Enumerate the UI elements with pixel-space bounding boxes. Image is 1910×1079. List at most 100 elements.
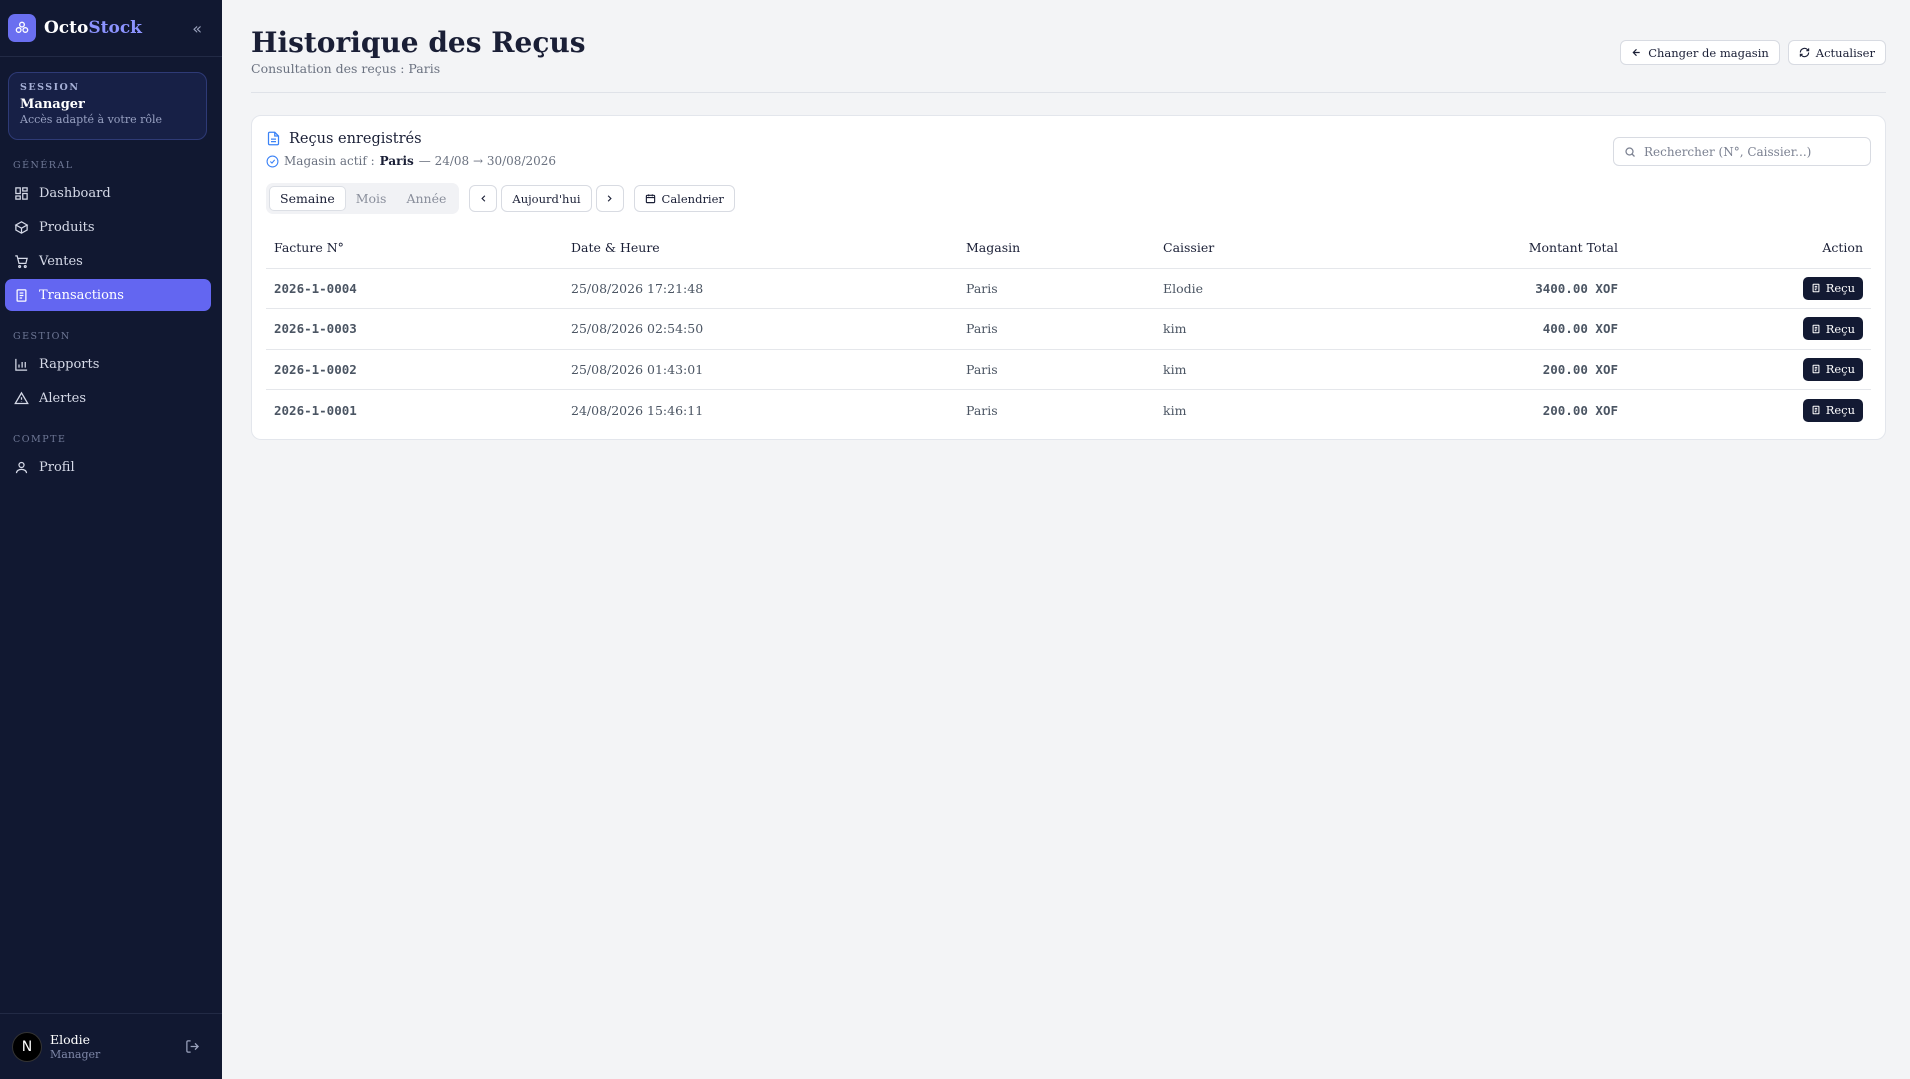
receipt-amount: 3400.00 XOF: [1460, 268, 1626, 309]
receipt-datetime: 25/08/2026 17:21:48: [563, 268, 958, 309]
view-receipt-button[interactable]: Reçu: [1802, 276, 1863, 300]
sidebar-item-ventes[interactable]: Ventes: [5, 245, 211, 277]
change-store-label: Changer de magasin: [1648, 45, 1769, 60]
invoice-number: 2026-1-0004: [266, 268, 563, 309]
sidebar-item-profil[interactable]: Profil: [5, 451, 211, 483]
header-actions: Changer de magasin Actualiser: [1620, 40, 1886, 65]
change-store-button[interactable]: Changer de magasin: [1620, 40, 1780, 65]
card-title-row: Reçus enregistrés: [266, 130, 422, 147]
column-header-amount[interactable]: Montant Total: [1460, 228, 1626, 269]
sidebar-item-transactions[interactable]: Transactions: [5, 279, 211, 311]
column-header-cashier[interactable]: Caissier: [1155, 228, 1460, 269]
view-receipt-label: Reçu: [1825, 362, 1855, 377]
period-selector: Semaine Mois Année: [266, 183, 460, 214]
previous-period-button[interactable]: [469, 185, 498, 212]
receipt-datetime: 24/08/2026 15:46:11: [571, 402, 704, 418]
arrow-left-icon: [1632, 48, 1640, 57]
document-icon: [267, 131, 280, 146]
sidebar-item-label: Profil: [39, 459, 75, 475]
column-header-action: Action: [1626, 228, 1871, 269]
chevron-right-icon: [607, 195, 612, 202]
receipt-action-cell: Reçu: [1626, 349, 1871, 390]
invoice-number: 2026-1-0002: [266, 349, 563, 390]
receipt-store: Paris: [958, 349, 1155, 390]
sidebar-item-alertes[interactable]: Alertes: [5, 382, 211, 414]
date-range: — 24/08 → 30/08/2026: [418, 154, 557, 168]
brand-name-part2: Stock: [88, 18, 142, 38]
nav-section-general: GÉNÉRAL: [13, 160, 74, 171]
calendar-button[interactable]: Calendrier: [633, 185, 735, 212]
nav-section-gestion: GESTION: [13, 331, 71, 342]
cart-icon: [15, 254, 28, 268]
today-button[interactable]: Aujourd'hui: [501, 185, 592, 212]
period-tab-annee[interactable]: Année: [396, 186, 456, 211]
table-row[interactable]: 2026-1-0001 24/08/2026 15:46:11 Paris ki…: [266, 390, 1871, 431]
sidebar-item-rapports[interactable]: Rapports: [5, 348, 211, 380]
calendar-icon: [645, 194, 655, 204]
user-role: Manager: [50, 1048, 101, 1061]
view-receipt-button[interactable]: Reçu: [1802, 357, 1863, 381]
bar-chart-icon: [15, 358, 28, 371]
receipt-small-icon: [1812, 283, 1820, 293]
invoice-number: 2026-1-0001: [274, 402, 357, 418]
refresh-icon: [1799, 47, 1809, 58]
receipt-action-cell: Reçu: [1626, 308, 1871, 350]
card-title: Reçus enregistrés: [289, 130, 422, 147]
receipt-action-cell: Reçu: [1626, 390, 1871, 431]
page-header: Historique des Reçus Consultation des re…: [251, 26, 1886, 93]
column-header-datetime[interactable]: Date & Heure: [563, 228, 958, 269]
session-card: SESSION Manager Accès adapté à votre rôl…: [8, 72, 207, 140]
sidebar-item-label: Transactions: [39, 287, 124, 303]
next-period-button[interactable]: [595, 185, 624, 212]
receipts-table: Facture N° Date & Heure Magasin Caissier…: [266, 228, 1871, 430]
table-row[interactable]: 2026-1-0004 25/08/2026 17:21:48 Paris El…: [266, 268, 1871, 309]
table-header-row: Facture N° Date & Heure Magasin Caissier…: [266, 228, 1871, 269]
sidebar-item-label: Ventes: [39, 253, 83, 269]
receipt-amount: 400.00 XOF: [1460, 308, 1626, 350]
receipt-small-icon: [1812, 364, 1820, 374]
receipt-small-icon: [1812, 405, 1820, 415]
dashboard-icon: [15, 186, 28, 200]
receipt-action-cell: Reçu: [1626, 268, 1871, 309]
column-header-invoice[interactable]: Facture N°: [266, 228, 563, 269]
receipt-cashier: Elodie: [1155, 268, 1460, 309]
column-header-store[interactable]: Magasin: [958, 228, 1155, 269]
chevron-left-icon: [481, 195, 486, 202]
alert-triangle-icon: [14, 391, 29, 404]
sidebar-item-dashboard[interactable]: Dashboard: [5, 177, 211, 209]
user-icon: [15, 461, 28, 473]
receipt-datetime: 25/08/2026 02:54:50: [563, 308, 958, 350]
avatar[interactable]: N: [12, 1031, 42, 1062]
sidebar-user-footer: N Elodie Manager: [0, 1013, 222, 1079]
sidebar-item-label: Alertes: [39, 390, 87, 406]
collapse-sidebar-icon[interactable]: «: [192, 19, 202, 38]
period-tab-semaine[interactable]: Semaine: [269, 186, 346, 211]
brand-name: OctoStock: [44, 18, 142, 38]
period-tab-mois[interactable]: Mois: [346, 186, 397, 211]
refresh-button[interactable]: Actualiser: [1787, 40, 1886, 65]
receipt-small-icon: [1812, 324, 1820, 334]
sidebar-item-produits[interactable]: Produits: [5, 211, 211, 243]
check-circle-icon: [266, 155, 279, 167]
view-receipt-button[interactable]: Reçu: [1802, 317, 1863, 341]
receipt-store: Paris: [966, 402, 998, 418]
view-receipt-button[interactable]: Reçu: [1802, 398, 1863, 422]
octostock-logo-icon: [8, 14, 36, 42]
session-kicker: SESSION: [20, 82, 80, 93]
brand-name-part1: Octo: [44, 18, 89, 38]
main-content: Historique des Reçus Consultation des re…: [222, 0, 1910, 1079]
search-box[interactable]: [1613, 137, 1871, 166]
sidebar-item-label: Dashboard: [39, 185, 111, 201]
search-input[interactable]: [1644, 144, 1864, 159]
sidebar: OctoStock « SESSION Manager Accès adapté…: [0, 0, 222, 1079]
view-receipt-label: Reçu: [1825, 281, 1855, 296]
receipt-cashier: kim: [1155, 308, 1460, 350]
receipt-amount: 200.00 XOF: [1542, 402, 1618, 418]
user-info: Elodie Manager: [50, 1032, 100, 1061]
receipt-amount: 200.00 XOF: [1460, 349, 1626, 390]
logout-icon[interactable]: [185, 1039, 200, 1054]
receipt-store: Paris: [958, 308, 1155, 350]
table-row[interactable]: 2026-1-0002 25/08/2026 01:43:01 Paris ki…: [266, 349, 1871, 390]
search-icon: [1625, 146, 1635, 157]
table-row[interactable]: 2026-1-0003 25/08/2026 02:54:50 Paris ki…: [266, 308, 1871, 350]
